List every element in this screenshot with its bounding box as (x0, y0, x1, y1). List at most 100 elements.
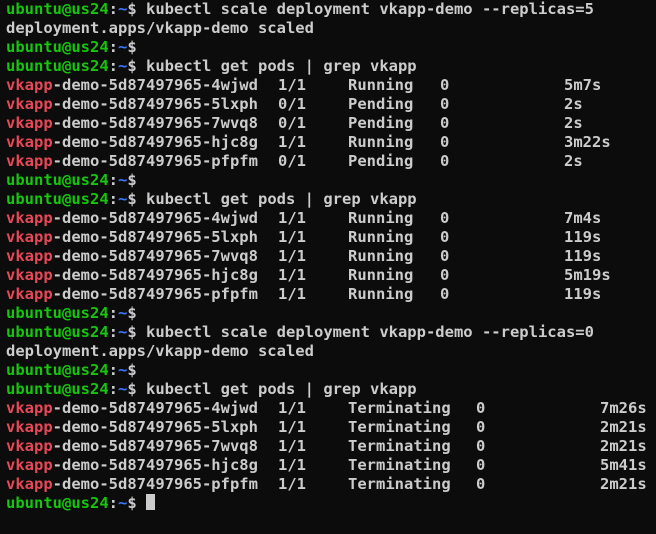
pod-name: -demo-5d87497965-pfpfm (52, 475, 258, 493)
pod-name: -demo-5d87497965-5lxph (52, 95, 258, 113)
terminal-window[interactable]: ubuntu@us24:~$ kubectl scale deployment … (0, 0, 656, 534)
pod-status: Terminating (348, 456, 451, 474)
pod-status: Running (348, 209, 414, 227)
prompt-path: ~ (118, 361, 128, 379)
prompt-path: ~ (118, 171, 128, 189)
prompt-symbol: $ (127, 190, 137, 208)
prompt-user-host: ubuntu@us24 (6, 494, 109, 512)
prompt-colon: : (108, 190, 118, 208)
output-line: deployment.apps/vkapp-demo scaled (6, 19, 314, 38)
prompt-colon: : (108, 57, 118, 75)
pod-restarts: 0 (476, 456, 486, 474)
cursor-gap (137, 494, 146, 512)
prompt-symbol: $ (127, 171, 137, 189)
pod-ready: 1/1 (278, 209, 306, 227)
pod-row: vkapp-demo-5d87497965-pfpfm 1/1 Running 0 11… (6, 285, 601, 304)
pod-row: vkapp-demo-5d87497965-5lxph 0/1 Pending 0 2s (6, 95, 583, 114)
pod-age: 2m21s (600, 418, 647, 436)
prompt-path: ~ (118, 38, 128, 56)
command-text: kubectl get pods | grep vkapp (136, 380, 417, 398)
pod-name-match: vkapp (6, 209, 53, 227)
prompt-user-host: ubuntu@us24 (6, 0, 109, 18)
pod-name: -demo-5d87497965-5lxph (52, 228, 258, 246)
prompt-line: ubuntu@us24:~$ (6, 171, 137, 190)
pod-status: Running (348, 285, 414, 303)
prompt-path: ~ (118, 57, 128, 75)
pod-age: 7m4s (564, 209, 602, 227)
pod-row: vkapp-demo-5d87497965-4wjwd 1/1 Running 0 7m… (6, 209, 601, 228)
pod-age: 119s (564, 247, 602, 265)
prompt-symbol: $ (127, 361, 137, 379)
pod-row: vkapp-demo-5d87497965-7wvq8 1/1 Terminatin… (6, 437, 647, 456)
pod-status: Pending (348, 114, 414, 132)
pod-ready: 1/1 (278, 437, 306, 455)
pod-status: Pending (348, 95, 414, 113)
pod-status: Pending (348, 152, 414, 170)
prompt-line: ubuntu@us24:~$ kubectl get pods | grep v… (6, 57, 417, 76)
prompt-path: ~ (118, 380, 128, 398)
pod-name-match: vkapp (6, 437, 53, 455)
prompt-user-host: ubuntu@us24 (6, 361, 109, 379)
pod-status: Terminating (348, 475, 451, 493)
prompt-user-host: ubuntu@us24 (6, 190, 109, 208)
command-text: kubectl scale deployment vkapp-demo --re… (136, 323, 594, 341)
pod-name-match: vkapp (6, 76, 53, 94)
pod-ready: 1/1 (278, 285, 306, 303)
pod-name-match: vkapp (6, 228, 53, 246)
pod-ready: 1/1 (278, 228, 306, 246)
pod-name-match: vkapp (6, 247, 53, 265)
prompt-colon: : (108, 494, 118, 512)
cursor (146, 494, 156, 510)
command-text: kubectl scale deployment vkapp-demo --re… (136, 0, 594, 18)
pod-row: vkapp-demo-5d87497965-4wjwd 1/1 Running 0 5m… (6, 76, 601, 95)
pod-age: 5m41s (600, 456, 647, 474)
pod-restarts: 0 (476, 437, 486, 455)
pod-name: -demo-5d87497965-5lxph (52, 418, 258, 436)
pod-name-match: vkapp (6, 114, 53, 132)
prompt-line: ubuntu@us24:~$ (6, 38, 137, 57)
pod-name: -demo-5d87497965-7wvq8 (52, 114, 258, 132)
pod-age: 2s (564, 95, 583, 113)
pod-restarts: 0 (476, 475, 486, 493)
pod-row: vkapp-demo-5d87497965-4wjwd 1/1 Terminatin… (6, 399, 647, 418)
prompt-path: ~ (118, 494, 128, 512)
prompt-symbol: $ (127, 494, 137, 512)
prompt-symbol: $ (127, 57, 137, 75)
prompt-user-host: ubuntu@us24 (6, 323, 109, 341)
prompt-symbol: $ (127, 38, 137, 56)
pod-name: -demo-5d87497965-4wjwd (52, 76, 258, 94)
prompt-path: ~ (118, 0, 128, 18)
prompt-user-host: ubuntu@us24 (6, 380, 109, 398)
pod-restarts: 0 (440, 76, 450, 94)
prompt-line: ubuntu@us24:~$ (6, 304, 137, 323)
pod-status: Terminating (348, 437, 451, 455)
pod-status: Terminating (348, 399, 451, 417)
prompt-line: ubuntu@us24:~$ kubectl get pods | grep v… (6, 190, 417, 209)
pod-ready: 1/1 (278, 475, 306, 493)
pod-restarts: 0 (476, 399, 486, 417)
pod-restarts: 0 (440, 95, 450, 113)
pod-status: Running (348, 247, 414, 265)
prompt-line: ubuntu@us24:~$ kubectl scale deployment … (6, 323, 594, 342)
pod-name-match: vkapp (6, 285, 53, 303)
pod-status: Running (348, 133, 414, 151)
pod-row: vkapp-demo-5d87497965-5lxph 1/1 Running 0 11… (6, 228, 601, 247)
pod-name: -demo-5d87497965-hjc8g (52, 133, 258, 151)
pod-age: 5m19s (564, 266, 611, 284)
prompt-line: ubuntu@us24:~$ (6, 494, 156, 513)
pod-status: Running (348, 266, 414, 284)
pod-row: vkapp-demo-5d87497965-5lxph 1/1 Terminatin… (6, 418, 647, 437)
pod-row: vkapp-demo-5d87497965-hjc8g 1/1 Terminatin… (6, 456, 647, 475)
pod-age: 5m7s (564, 76, 602, 94)
pod-row: vkapp-demo-5d87497965-pfpfm 0/1 Pending 0 2s (6, 152, 583, 171)
pod-age: 119s (564, 228, 602, 246)
pod-restarts: 0 (440, 285, 450, 303)
output-text: deployment.apps/vkapp-demo scaled (6, 19, 314, 37)
pod-age: 7m26s (600, 399, 647, 417)
output-text: deployment.apps/vkapp-demo scaled (6, 342, 314, 360)
prompt-path: ~ (118, 323, 128, 341)
pod-name: -demo-5d87497965-4wjwd (52, 399, 258, 417)
pod-ready: 1/1 (278, 247, 306, 265)
pod-age: 119s (564, 285, 602, 303)
pod-age: 2s (564, 152, 583, 170)
